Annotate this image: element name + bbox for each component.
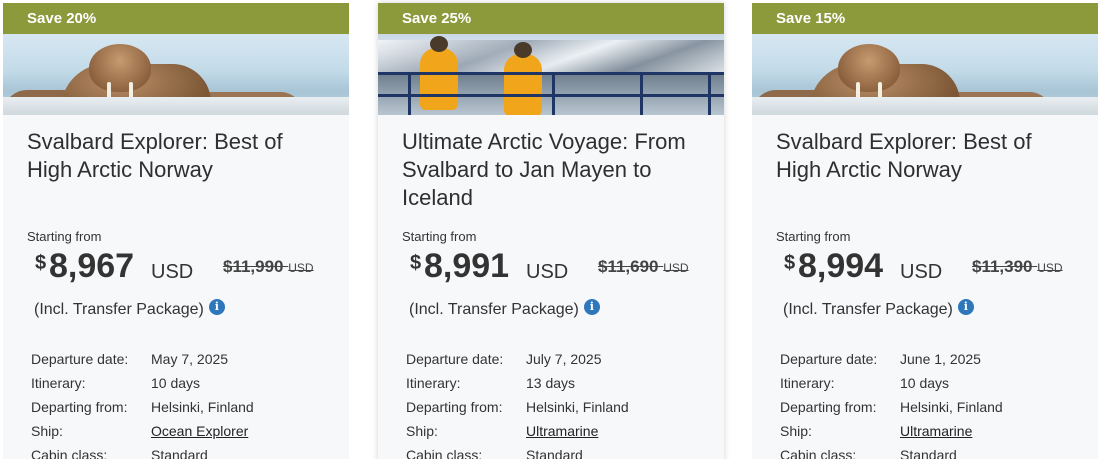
details-table: Departure date: July 7, 2025 Itinerary: 13… bbox=[406, 347, 629, 459]
discount-badge: Save 25% bbox=[378, 3, 724, 34]
detail-row: Departure date: July 7, 2025 bbox=[406, 347, 629, 371]
cruise-title[interactable]: Svalbard Explorer: Best of High Arctic N… bbox=[776, 128, 1074, 212]
ship-label: Ship: bbox=[31, 423, 63, 439]
cabin-class-value: Standard bbox=[526, 447, 583, 459]
departing-from-label: Departing from: bbox=[31, 399, 128, 415]
walrus-photo[interactable] bbox=[752, 34, 1098, 115]
currency-symbol: $ bbox=[410, 252, 422, 274]
discount-badge: Save 15% bbox=[752, 3, 1098, 34]
starting-from-label: Starting from bbox=[27, 229, 102, 244]
cabin-class-label: Cabin class: bbox=[406, 447, 483, 459]
detail-row: Itinerary: 13 days bbox=[406, 371, 629, 395]
detail-row: Ship: Ultramarine bbox=[780, 419, 1003, 443]
departing-from-value: Helsinki, Finland bbox=[900, 399, 1003, 415]
transfer-package-note: (Incl. Transfer Package) i bbox=[34, 299, 325, 319]
details-table: Departure date: May 7, 2025 Itinerary: 10 … bbox=[31, 347, 254, 459]
original-price: $11,690 USD bbox=[598, 257, 689, 276]
detail-row: Itinerary: 10 days bbox=[780, 371, 1003, 395]
departure-date-label: Departure date: bbox=[780, 351, 878, 367]
price-row: $ 8,967 USD $11,990 USD bbox=[27, 246, 325, 286]
departing-from-label: Departing from: bbox=[780, 399, 877, 415]
original-price: $11,990 USD bbox=[223, 257, 314, 276]
info-icon[interactable]: i bbox=[957, 299, 974, 315]
info-icon[interactable]: i bbox=[208, 299, 225, 315]
departure-date-label: Departure date: bbox=[406, 351, 504, 367]
price-currency: USD bbox=[900, 261, 943, 283]
ship-link[interactable]: Ocean Explorer bbox=[151, 423, 248, 439]
itinerary-value: 13 days bbox=[526, 375, 576, 391]
transfer-package-note: (Incl. Transfer Package) i bbox=[783, 299, 1074, 319]
price-amount: 8,994 bbox=[798, 247, 884, 285]
price-currency: USD bbox=[151, 261, 194, 283]
detail-row: Cabin class: Standard bbox=[31, 443, 254, 459]
detail-row: Cabin class: Standard bbox=[406, 443, 629, 459]
ship-link[interactable]: Ultramarine bbox=[526, 423, 598, 439]
departing-from-value: Helsinki, Finland bbox=[526, 399, 629, 415]
price-amount: 8,991 bbox=[424, 247, 510, 285]
ship-link[interactable]: Ultramarine bbox=[900, 423, 972, 439]
cruise-card[interactable]: Save 25% Ultimate Arctic Voyage: From Sv… bbox=[378, 3, 724, 459]
price-row: $ 8,994 USD $11,390 USD bbox=[776, 246, 1074, 286]
departure-date-value: June 1, 2025 bbox=[900, 351, 981, 367]
departure-date-value: May 7, 2025 bbox=[151, 351, 229, 367]
itinerary-label: Itinerary: bbox=[31, 375, 86, 391]
detail-row: Departing from: Helsinki, Finland bbox=[31, 395, 254, 419]
transfer-package-label: (Incl. Transfer Package) bbox=[34, 301, 204, 318]
info-icon[interactable]: i bbox=[583, 299, 600, 315]
price-currency: USD bbox=[526, 261, 569, 283]
detail-row: Departing from: Helsinki, Finland bbox=[406, 395, 629, 419]
cruise-card[interactable]: Save 20% Svalbard Explorer: Best of High… bbox=[3, 3, 349, 459]
cabin-class-value: Standard bbox=[900, 447, 957, 459]
starting-from-label: Starting from bbox=[402, 229, 477, 244]
transfer-package-label: (Incl. Transfer Package) bbox=[409, 301, 579, 318]
departing-from-value: Helsinki, Finland bbox=[151, 399, 254, 415]
currency-symbol: $ bbox=[35, 252, 47, 274]
cruise-title[interactable]: Ultimate Arctic Voyage: From Svalbard to… bbox=[402, 128, 700, 212]
arctic-voyage-photo[interactable] bbox=[378, 34, 724, 115]
itinerary-label: Itinerary: bbox=[406, 375, 461, 391]
detail-row: Itinerary: 10 days bbox=[31, 371, 254, 395]
cruise-card[interactable]: Save 15% Svalbard Explorer: Best of High… bbox=[752, 3, 1098, 459]
detail-row: Departure date: May 7, 2025 bbox=[31, 347, 254, 371]
cabin-class-label: Cabin class: bbox=[780, 447, 857, 459]
cabin-class-label: Cabin class: bbox=[31, 447, 108, 459]
departing-from-label: Departing from: bbox=[406, 399, 503, 415]
departure-date-value: July 7, 2025 bbox=[526, 351, 602, 367]
ship-label: Ship: bbox=[406, 423, 438, 439]
transfer-package-label: (Incl. Transfer Package) bbox=[783, 301, 953, 318]
currency-symbol: $ bbox=[784, 252, 796, 274]
departure-date-label: Departure date: bbox=[31, 351, 129, 367]
detail-row: Departing from: Helsinki, Finland bbox=[780, 395, 1003, 419]
original-price: $11,390 USD bbox=[972, 257, 1063, 276]
itinerary-value: 10 days bbox=[900, 375, 950, 391]
cabin-class-value: Standard bbox=[151, 447, 208, 459]
price-amount: 8,967 bbox=[49, 247, 135, 285]
price-row: $ 8,991 USD $11,690 USD bbox=[402, 246, 700, 286]
discount-badge: Save 20% bbox=[3, 3, 349, 34]
cruise-title[interactable]: Svalbard Explorer: Best of High Arctic N… bbox=[27, 128, 325, 212]
details-table: Departure date: June 1, 2025 Itinerary: 10… bbox=[780, 347, 1003, 459]
walrus-photo[interactable] bbox=[3, 34, 349, 115]
detail-row: Cabin class: Standard bbox=[780, 443, 1003, 459]
detail-row: Ship: Ultramarine bbox=[406, 419, 629, 443]
detail-row: Ship: Ocean Explorer bbox=[31, 419, 254, 443]
starting-from-label: Starting from bbox=[776, 229, 851, 244]
ship-label: Ship: bbox=[780, 423, 812, 439]
detail-row: Departure date: June 1, 2025 bbox=[780, 347, 1003, 371]
itinerary-label: Itinerary: bbox=[780, 375, 835, 391]
itinerary-value: 10 days bbox=[151, 375, 201, 391]
transfer-package-note: (Incl. Transfer Package) i bbox=[409, 299, 700, 319]
